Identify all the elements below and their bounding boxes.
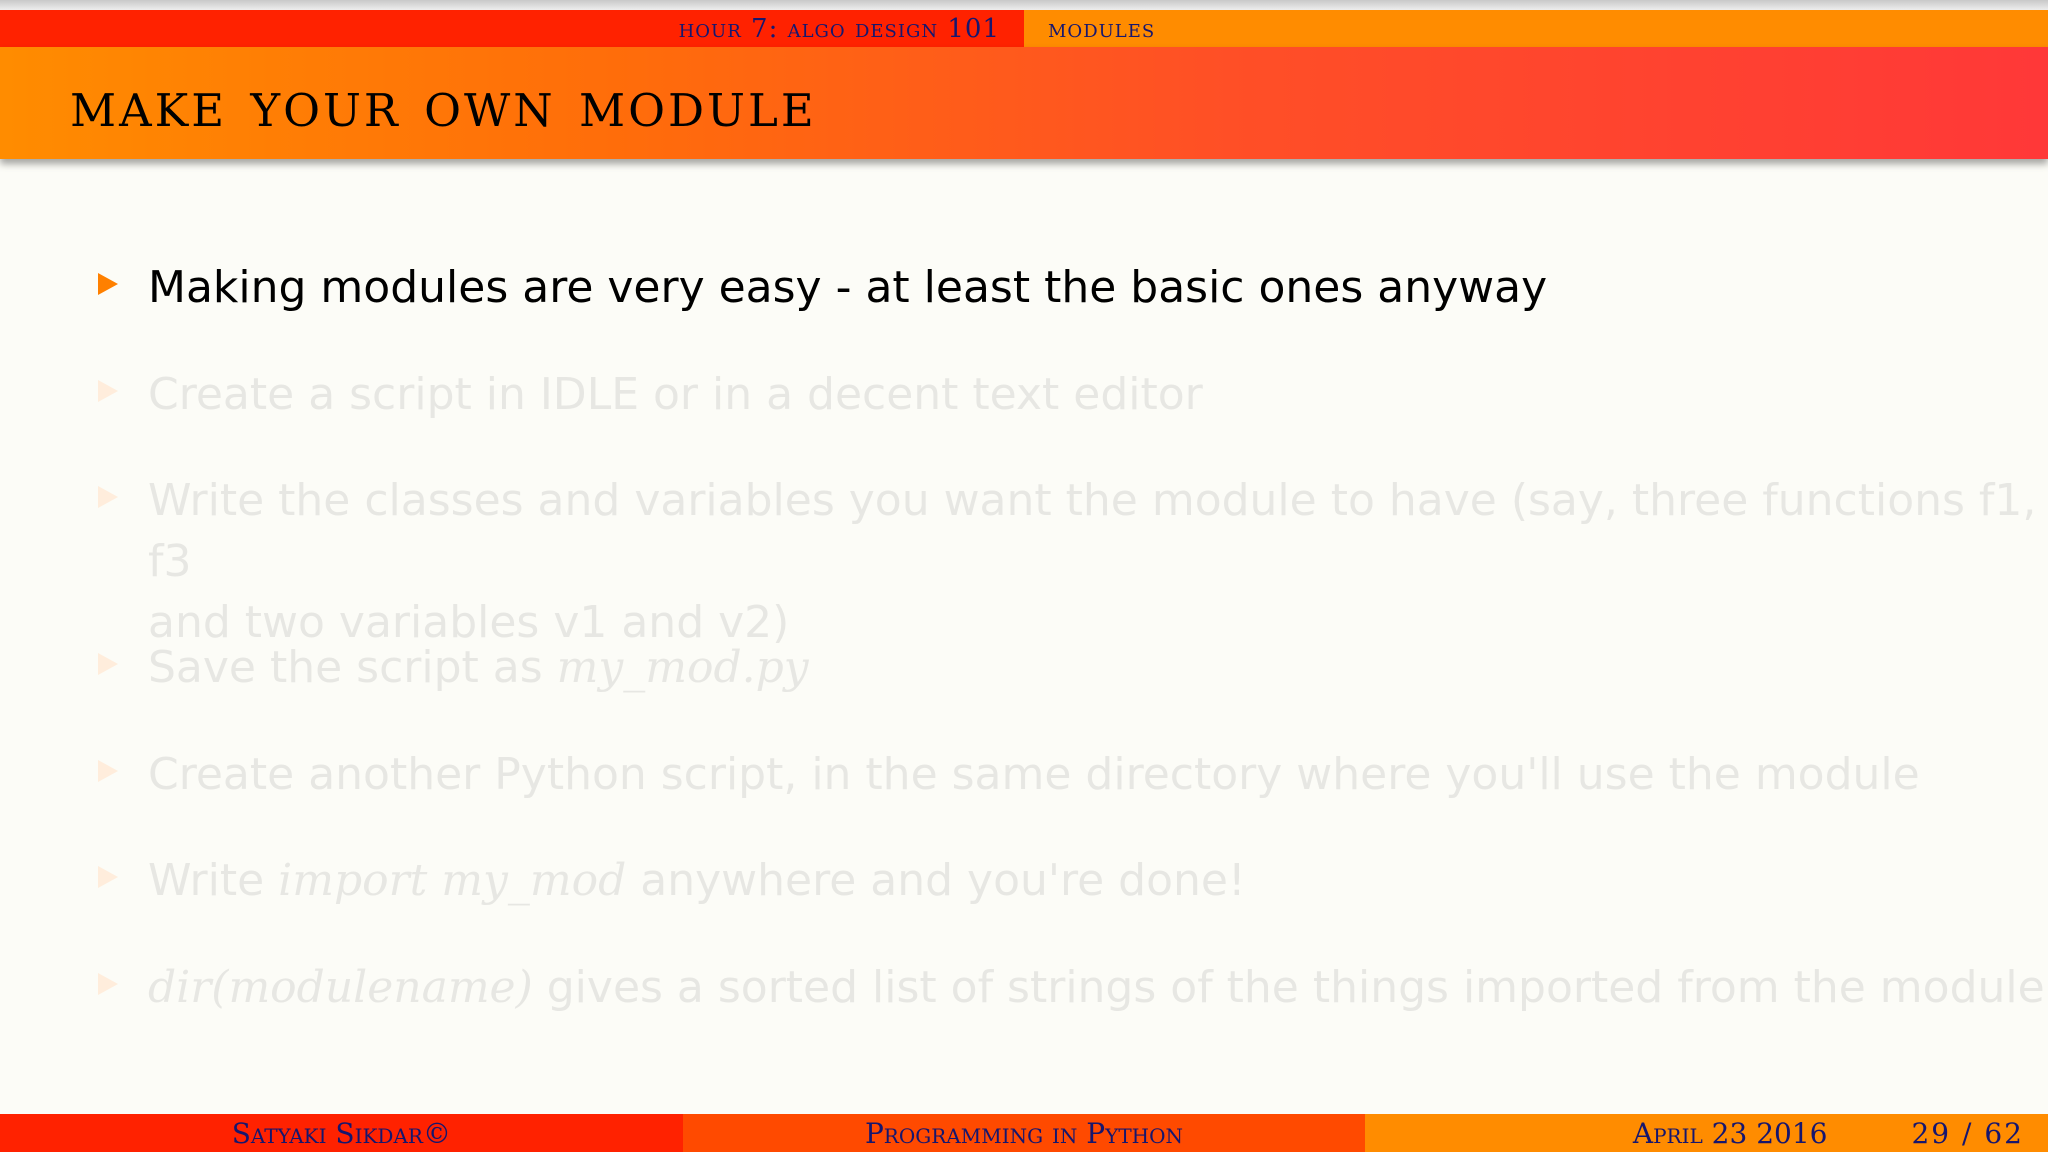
bullet-text-suffix: gives a sorted list of strings of the th… xyxy=(532,962,2045,1013)
footer-author: Satyaki Sikdar© xyxy=(231,1116,451,1150)
triangle-bullet-icon xyxy=(98,973,118,995)
triangle-bullet-icon xyxy=(98,273,118,295)
triangle-bullet-icon xyxy=(98,866,118,888)
bullet-text-emphasis: my_mod.py xyxy=(556,642,809,693)
headline-bar: hour 7: algo design 101 modules xyxy=(0,10,2048,47)
bullet-text: Making modules are very easy - at least … xyxy=(148,262,1548,313)
bullet-text-emphasis: dir(modulename) xyxy=(148,962,533,1013)
triangle-bullet-icon xyxy=(98,760,118,782)
section-title: hour 7: algo design 101 xyxy=(678,13,1000,44)
footer-course: Programming in Python xyxy=(864,1116,1183,1150)
footer-bar: Satyaki Sikdar© Programming in Python Ap… xyxy=(0,1114,2048,1152)
bullet-text-prefix: Write xyxy=(148,855,279,906)
bullet-text: Create another Python script, in the sam… xyxy=(148,749,1920,800)
triangle-bullet-icon xyxy=(98,486,118,508)
top-rule xyxy=(0,0,2048,10)
footer-date: April 23 2016 xyxy=(1632,1116,1828,1150)
bullet-text: Save the script as my_mod.py xyxy=(148,637,2048,698)
footer-date-cell: April 23 2016 29 / 62 xyxy=(1365,1114,2048,1152)
footer-author-cell: Satyaki Sikdar© xyxy=(0,1114,683,1152)
bullet-text: dir(modulename) gives a sorted list of s… xyxy=(148,957,2048,1018)
subsection-title: modules xyxy=(1048,13,1156,44)
bullet-text: Write the classes and variables you want… xyxy=(148,470,2048,653)
bullet-text: Write import my_mod anywhere and you're … xyxy=(148,850,2048,911)
triangle-bullet-icon xyxy=(98,380,118,402)
bullet-text-suffix: anywhere and you're done! xyxy=(626,855,1246,906)
bullet-text-emphasis: import my_mod xyxy=(278,855,627,906)
headline-section: hour 7: algo design 101 xyxy=(0,10,1024,47)
slide-title: make your own module xyxy=(70,68,817,142)
triangle-bullet-icon xyxy=(98,653,118,675)
bullet-text-line: Write the classes and variables you want… xyxy=(148,475,2048,587)
footer-course-cell: Programming in Python xyxy=(682,1114,1366,1152)
headline-subsection: modules xyxy=(1024,10,2048,47)
bullet-text: Create a script in IDLE or in a decent t… xyxy=(148,369,1203,420)
page-number: 29 / 62 xyxy=(1911,1116,2024,1150)
bullet-text-prefix: Save the script as xyxy=(148,642,557,693)
frame-title-bar: make your own module xyxy=(0,47,2048,159)
